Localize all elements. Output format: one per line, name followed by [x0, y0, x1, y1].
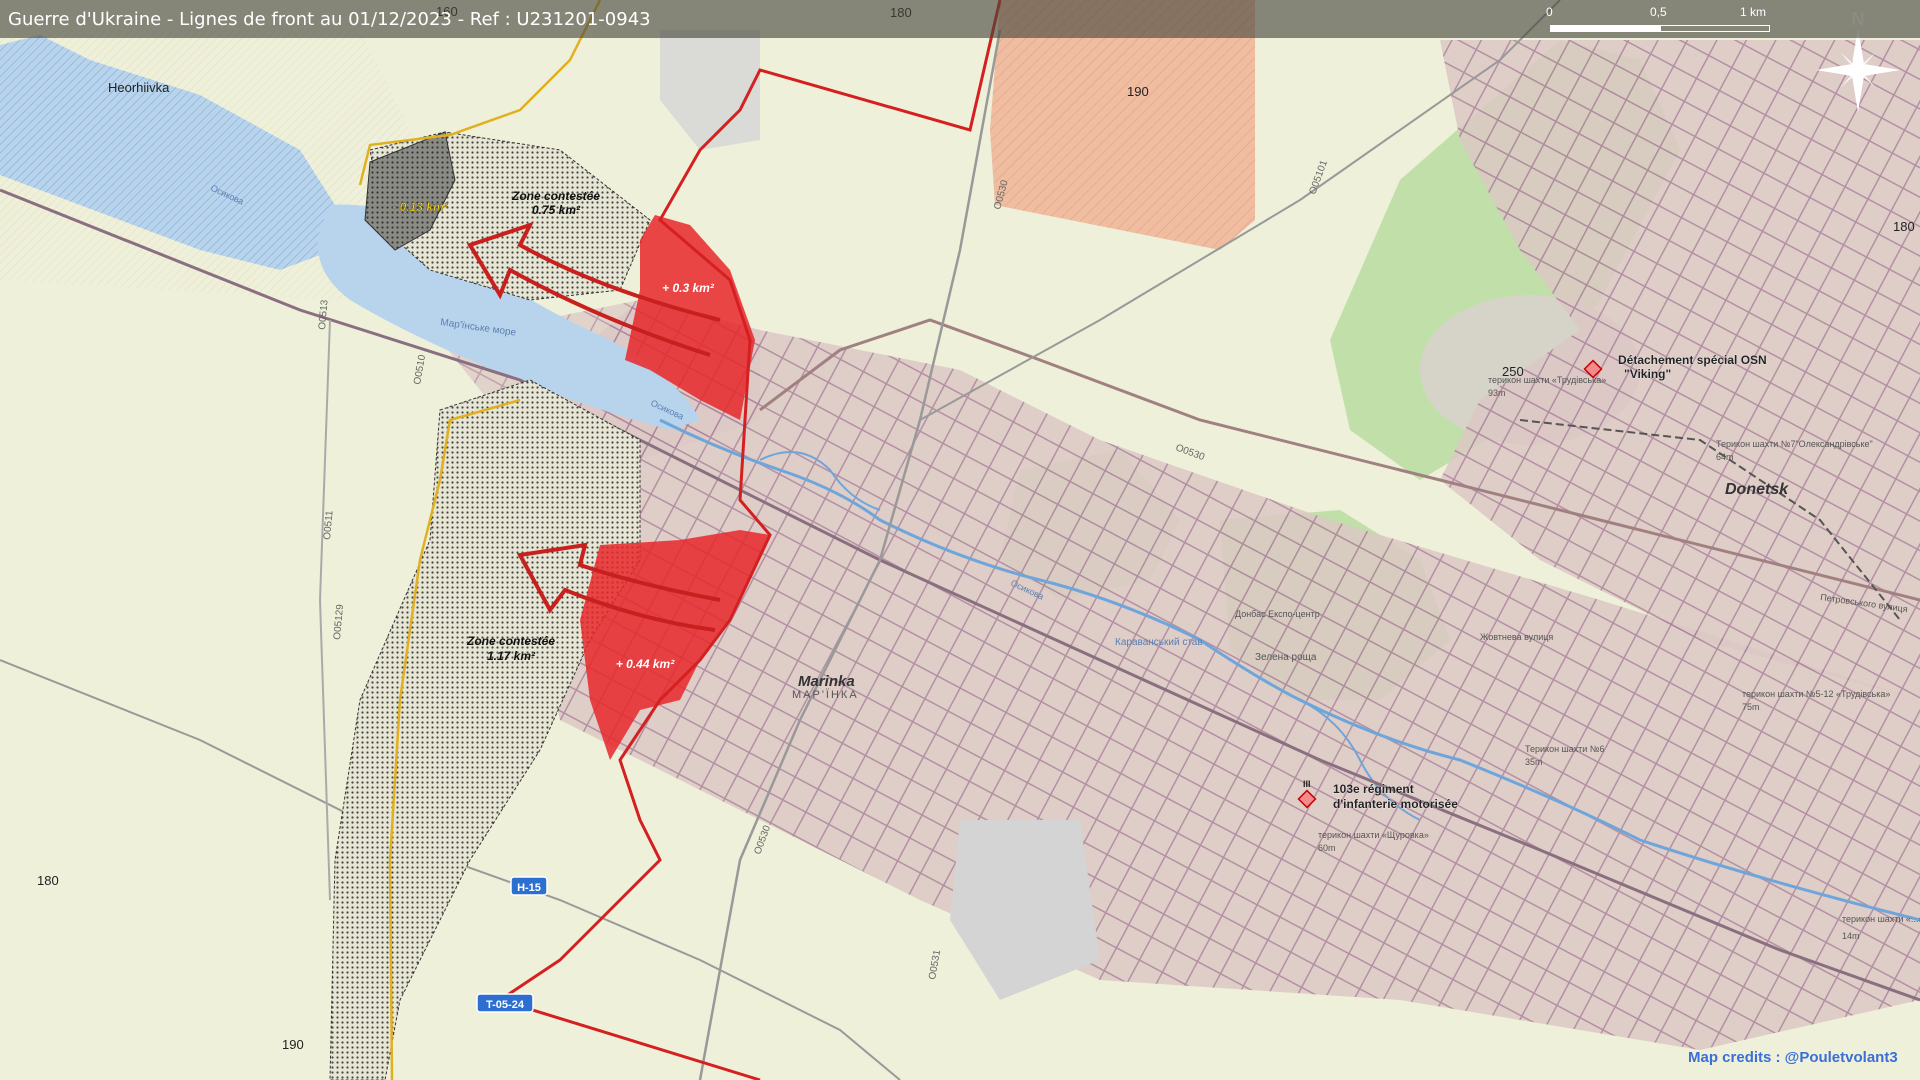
place-heorhiivka: Heorhiivka [108, 80, 170, 95]
gain-zone-1-label: + 0.3 km² [662, 281, 715, 295]
place-marinka: Marinka [798, 673, 855, 690]
contested-zone-2-title: Zone contestée [466, 634, 555, 648]
unit-2-line2: d'infanterie motorisée [1333, 797, 1458, 811]
scale-label-end: 1 km [1740, 5, 1767, 19]
terrikon-2-name: Терикон шахти №7"Олександрівське" [1716, 439, 1873, 449]
road-shield-t0524: T-05-24 [476, 993, 534, 1013]
contested-zone-1-title: Zone contestée [511, 189, 600, 203]
elevation-180-right: 180 [1893, 219, 1915, 234]
place-karavan: Караванський став [1115, 637, 1203, 648]
elevation-190-top: 190 [1127, 84, 1149, 99]
contested-zone-2-area: 1.17 km² [487, 649, 536, 663]
terrikon-4-height: 35m [1525, 757, 1543, 767]
terrikon-5-name: терикон шахти «Щуровка» [1318, 830, 1429, 840]
road-shield-h15: H-15 [510, 876, 548, 896]
place-zhovtneva: Жовтнева вулиця [1480, 632, 1553, 642]
scale-label-0: 0 [1546, 5, 1553, 19]
svg-text:H-15: H-15 [517, 882, 541, 894]
contested-zone-1-area: 0.75 km² [532, 203, 581, 217]
place-zelena: Зелена роща [1255, 652, 1317, 663]
scale-bar-graphic [1550, 25, 1770, 32]
unit-2-line1: 103e régiment [1333, 782, 1414, 796]
loss-zone-label: - 0.13 km² [392, 200, 448, 214]
scale-label-mid: 0,5 [1650, 5, 1667, 19]
unit-1-line1: Détachement spécial OSN [1618, 353, 1767, 367]
svg-text:T-05-24: T-05-24 [486, 999, 525, 1011]
terrikon-6-name: терикон шахти «...» [1842, 914, 1920, 924]
map-canvas[interactable]: N Heorhiivka Marinka МАР'ЇНКА Donetsk Ма… [0, 0, 1920, 1080]
scale-bar: 0 0,5 1 km [1545, 5, 1775, 35]
place-marinka-cyr: МАР'ЇНКА [792, 689, 859, 701]
terrikon-6-height: 14m [1842, 931, 1860, 941]
terrikon-1-height: 93m [1488, 388, 1506, 398]
terrikon-3-name: терикон шахти №5-12 «Трудівська» [1742, 689, 1890, 699]
elevation-250: 250 [1502, 364, 1524, 379]
map-title: Guerre d'Ukraine - Lignes de front au 01… [8, 9, 651, 30]
terrikon-5-height: 60m [1318, 843, 1336, 853]
terrikon-4-name: Терикон шахти №6 [1525, 744, 1604, 754]
unit-2-symbol: III [1303, 779, 1311, 789]
unit-1-line2: "Viking" [1624, 367, 1671, 381]
place-donetsk: Donetsk [1725, 481, 1789, 498]
elevation-180-left: 180 [37, 873, 59, 888]
terrikon-2-height: 64m [1716, 452, 1734, 462]
terrikon-3-height: 75m [1742, 702, 1760, 712]
gain-zone-2-label: + 0.44 km² [616, 657, 675, 671]
place-donbas: Донбас Експо-центр [1235, 609, 1320, 619]
map-credits: Map credits : @Pouletvolant3 [1688, 1049, 1898, 1066]
elevation-190-bottom: 190 [282, 1037, 304, 1052]
